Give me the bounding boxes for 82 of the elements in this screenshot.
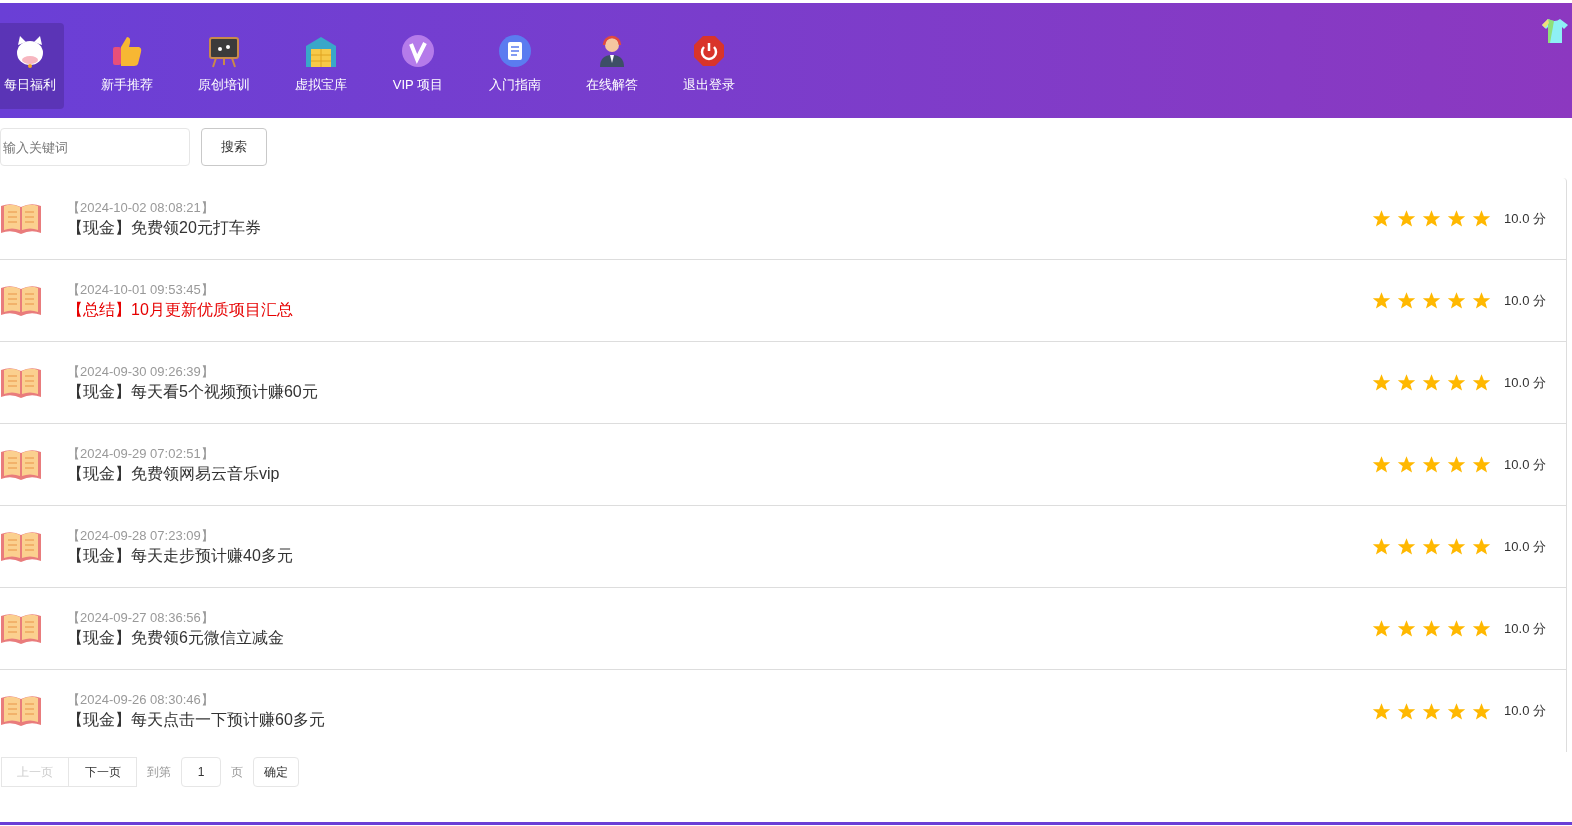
book-icon [0, 529, 42, 564]
star-icon [1372, 373, 1392, 392]
search-button[interactable]: 搜索 [201, 128, 267, 166]
article-title[interactable]: 【现金】每天点击一下预计赚60多元 [67, 709, 325, 731]
star-icon [1372, 537, 1392, 556]
star-icon [1472, 455, 1492, 474]
nav-item[interactable]: 每日福利 [0, 23, 64, 109]
score-text: 10.0 分 [1504, 209, 1546, 228]
star-icon [1472, 701, 1492, 721]
book-icon [0, 283, 42, 318]
star-icon [1447, 701, 1467, 721]
star-icon [1397, 619, 1417, 638]
page-number-field[interactable]: 1 [181, 757, 221, 787]
score-text: 10.0 分 [1504, 455, 1546, 474]
article-title[interactable]: 【现金】每天走步预计赚40多元 [67, 544, 293, 567]
star-icon [1447, 537, 1467, 556]
article-title[interactable]: 【总结】10月更新优质项目汇总 [67, 298, 293, 321]
confirm-button[interactable]: 确定 [253, 757, 299, 787]
article-time: 【2024-10-01 09:53:45】 [67, 280, 215, 299]
next-page-button[interactable]: 下一页 [69, 757, 137, 787]
book-icon [0, 694, 42, 728]
nav-item[interactable]: VIP 项目 [384, 23, 452, 109]
book-icon [0, 365, 42, 400]
star-icon [1422, 537, 1442, 556]
star-icon [1422, 455, 1442, 474]
star-icon [1447, 619, 1467, 638]
star-icon [1397, 455, 1417, 474]
star-icon [1422, 373, 1442, 392]
score-text: 10.0 分 [1504, 373, 1546, 392]
star-icon [1447, 455, 1467, 474]
star-icon [1372, 701, 1392, 721]
article-title[interactable]: 【现金】免费领网易云音乐vip [67, 462, 280, 485]
article-title[interactable]: 【现金】免费领6元微信立减金 [67, 626, 284, 649]
article-time: 【2024-09-26 08:30:46】 [67, 691, 215, 709]
article-time: 【2024-10-02 08:08:21】 [67, 198, 215, 217]
shirt-icon[interactable] [1540, 17, 1568, 45]
star-icon [1472, 537, 1492, 556]
nav-item[interactable]: 退出登录 [675, 23, 743, 109]
score-text: 10.0 分 [1504, 291, 1546, 310]
star-icon [1422, 701, 1442, 721]
book-icon [0, 447, 42, 482]
star-icon [1397, 701, 1417, 721]
book-icon [0, 201, 42, 236]
star-icon [1372, 291, 1392, 310]
article-title[interactable]: 【现金】免费领20元打车券 [67, 216, 261, 239]
star-icon [1472, 209, 1492, 228]
power-icon [691, 33, 727, 69]
star-icon [1397, 209, 1417, 228]
nav-item[interactable]: 在线解答 [578, 23, 646, 109]
star-icon [1372, 455, 1392, 474]
article-title[interactable]: 【现金】每天看5个视频预计赚60元 [67, 380, 318, 403]
star-icon [1447, 209, 1467, 228]
star-icon [1397, 373, 1417, 392]
page-label: 页 [231, 764, 243, 781]
nav-item[interactable]: 入门指南 [481, 23, 549, 109]
article-time: 【2024-09-27 08:36:56】 [67, 608, 215, 627]
star-icon [1472, 291, 1492, 310]
document-icon [497, 33, 533, 69]
book-icon [0, 611, 42, 646]
star-icon [1447, 291, 1467, 310]
star-icon [1472, 373, 1492, 392]
nav-item[interactable]: 新手推荐 [93, 23, 161, 109]
star-icon [1422, 619, 1442, 638]
v-badge-icon [400, 33, 436, 69]
article-time: 【2024-09-29 07:02:51】 [67, 444, 215, 463]
star-icon [1447, 373, 1467, 392]
nav-item[interactable]: 虚拟宝库 [287, 23, 355, 109]
score-text: 10.0 分 [1504, 702, 1546, 721]
star-icon [1372, 209, 1392, 228]
article-time: 【2024-09-30 09:26:39】 [67, 362, 215, 381]
goto-label: 到第 [147, 764, 171, 781]
article-time: 【2024-09-28 07:23:09】 [67, 526, 215, 545]
star-icon [1422, 291, 1442, 310]
star-icon [1472, 619, 1492, 638]
star-icon [1422, 209, 1442, 228]
star-icon [1397, 291, 1417, 310]
score-text: 10.0 分 [1504, 619, 1546, 638]
star-icon [1372, 619, 1392, 638]
star-icon [1397, 537, 1417, 556]
search-field[interactable]: 输入关键词 [0, 128, 190, 166]
score-text: 10.0 分 [1504, 537, 1546, 556]
nav-item[interactable]: 原创培训 [190, 23, 258, 109]
